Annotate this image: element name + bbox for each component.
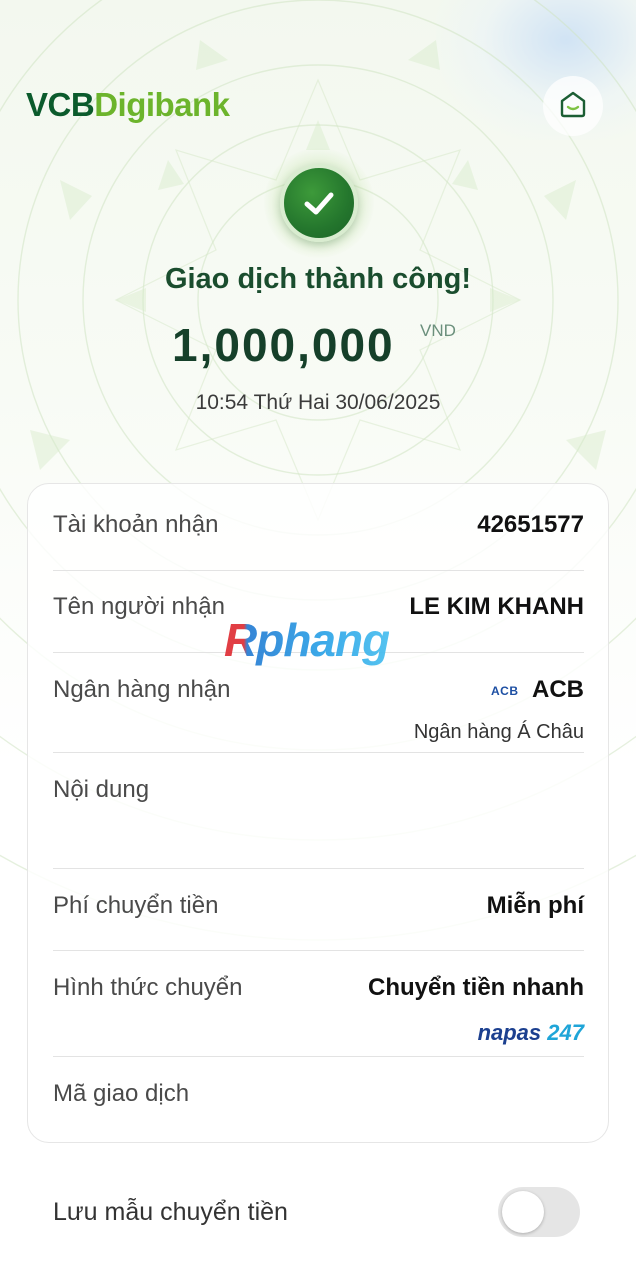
method-label: Hình thức chuyển <box>53 974 243 1001</box>
napas247-logo: napas 247 <box>478 1020 584 1046</box>
transaction-result-screen: VCBDigibank Giao dịch thành công! 1,000,… <box>0 0 636 1280</box>
currency-label: VND <box>420 321 456 340</box>
bank-value: ACB <box>532 676 584 703</box>
save-template-label: Lưu mẫu chuyển tiền <box>53 1198 288 1226</box>
fee-value: Miễn phí <box>486 892 584 919</box>
account-value: 42651577 <box>477 511 584 538</box>
fee-label: Phí chuyển tiền <box>53 892 219 919</box>
account-label: Tài khoản nhận <box>53 511 219 538</box>
bank-full-name: Ngân hàng Á Châu <box>413 721 584 743</box>
acb-logo: ACB <box>491 684 519 698</box>
divider <box>53 868 584 869</box>
toggle-knob <box>502 1191 544 1233</box>
transaction-amount: 1,000,000 <box>172 319 395 371</box>
bank-label: Ngân hàng nhận <box>53 676 231 703</box>
divider <box>53 1056 584 1057</box>
home-button[interactable] <box>543 76 603 136</box>
napas-247-text: 247 <box>547 1020 584 1045</box>
home-icon <box>556 87 590 126</box>
logo-digibank-text: Digibank <box>94 86 230 123</box>
transaction-datetime: 10:54 Thứ Hai 30/06/2025 <box>195 391 441 414</box>
recipient-label: Tên người nhận <box>53 593 225 620</box>
transaction-details-card: Tài khoản nhận 42651577 Tên người nhận L… <box>27 483 609 1143</box>
divider <box>53 570 584 571</box>
success-badge <box>264 148 374 258</box>
watermark-overlay: Rphang <box>224 614 390 666</box>
checkmark-icon <box>280 164 358 242</box>
recipient-value: LE KIM KHANH <box>409 593 584 620</box>
transaction-status-title: Giao dịch thành công! <box>164 263 472 295</box>
method-value: Chuyển tiền nhanh <box>368 974 584 1001</box>
napas-text: napas <box>477 1020 542 1045</box>
divider <box>53 752 584 753</box>
logo-vcb-text: VCB <box>26 86 95 123</box>
content-label: Nội dung <box>53 776 150 803</box>
divider <box>53 950 584 951</box>
save-template-toggle[interactable] <box>498 1187 580 1237</box>
vcb-digibank-logo: VCBDigibank <box>26 86 230 124</box>
txn-id-label: Mã giao dịch <box>53 1080 190 1107</box>
